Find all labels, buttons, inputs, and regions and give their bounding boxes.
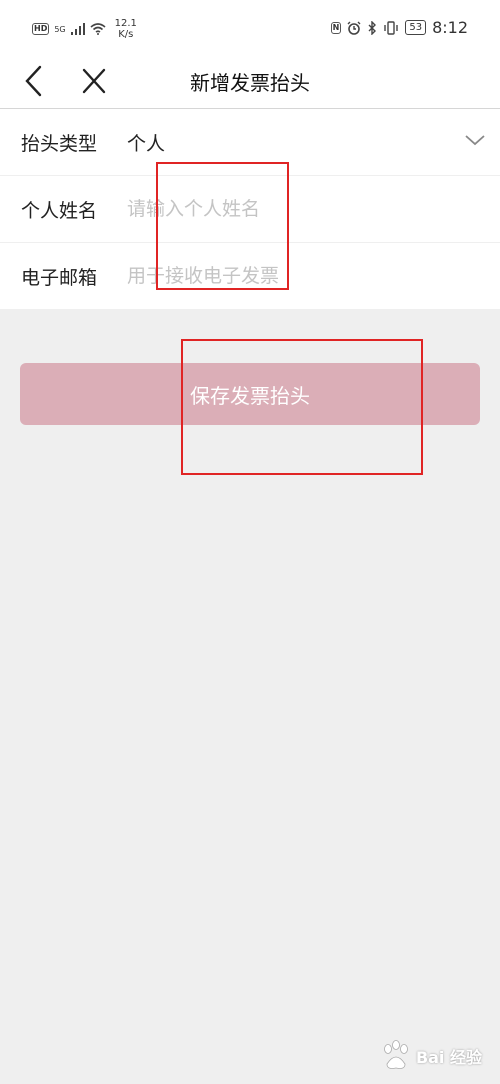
title-type-value[interactable]: 个人	[127, 129, 165, 156]
alarm-icon	[347, 21, 361, 35]
network-speed: 12.1 K/s	[115, 18, 137, 40]
speed-unit: K/s	[118, 29, 134, 40]
network-type: 5G	[54, 24, 66, 34]
personal-name-label: 个人姓名	[21, 200, 98, 222]
status-right: N 53 8:12	[330, 18, 468, 37]
signal-icon	[70, 23, 85, 35]
watermark-text: Bai 经验	[415, 1048, 482, 1067]
hd-badge: HD	[32, 23, 50, 35]
battery-icon: 53	[405, 20, 427, 35]
nfc-icon: N	[330, 21, 342, 34]
nav-bar: 新增发票抬头	[0, 58, 500, 109]
bluetooth-icon	[368, 20, 377, 35]
status-bar: HD 5G 12.1 K/s N 53 8:12	[0, 0, 500, 58]
email-label: 电子邮箱	[21, 267, 98, 289]
status-time: 8:12	[432, 18, 468, 37]
title-type-label: 抬头类型	[21, 133, 98, 155]
status-left: HD 5G 12.1 K/s	[32, 18, 137, 40]
baidu-paw-icon	[384, 1040, 408, 1069]
speed-value: 12.1	[114, 18, 137, 29]
watermark: Bai 经验	[379, 1040, 482, 1072]
annotation-box-save-button	[181, 339, 423, 475]
page-title: 新增发票抬头	[190, 71, 310, 95]
vibrate-icon	[384, 20, 399, 35]
chevron-down-icon[interactable]	[464, 133, 486, 147]
wifi-icon	[90, 23, 106, 35]
annotation-box-name-input	[156, 162, 289, 290]
